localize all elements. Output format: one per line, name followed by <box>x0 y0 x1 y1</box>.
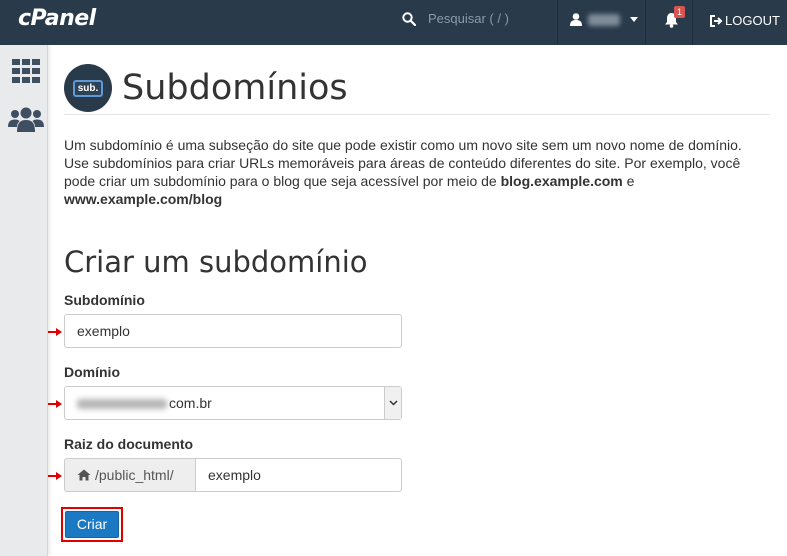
cpanel-logo[interactable]: cPanel <box>18 6 96 31</box>
create-button-highlight: Criar <box>61 507 123 542</box>
chevron-down-icon <box>388 400 398 406</box>
search-box[interactable]: Pesquisar ( / ) <box>402 11 509 26</box>
notification-badge: 1 <box>674 6 686 18</box>
grid-icon[interactable] <box>12 59 40 83</box>
user-menu[interactable] <box>570 13 638 26</box>
divider <box>645 0 646 45</box>
docroot-label: Raiz do documento <box>64 436 194 452</box>
username-blurred <box>588 13 620 26</box>
page-description: Um subdomínio é uma subseção do site que… <box>64 137 742 207</box>
search-input[interactable]: Pesquisar ( / ) <box>428 11 509 26</box>
logout-icon <box>710 14 723 27</box>
notifications-button[interactable]: 1 <box>664 6 686 33</box>
domain-name-blurred <box>77 399 167 410</box>
docroot-input[interactable]: exemplo <box>195 458 402 492</box>
docroot-prefix: /public_html/ <box>64 458 195 492</box>
divider <box>692 0 693 45</box>
page-header: sub. Subdomínios <box>64 58 770 118</box>
example-url-blog-subdomain: blog.example.com <box>500 173 623 189</box>
section-title: Criar um subdomínio <box>64 245 368 279</box>
page-title: Subdomínios <box>122 68 348 108</box>
pointer-arrow-icon <box>48 400 62 408</box>
domain-select[interactable]: com.br <box>64 386 402 420</box>
user-icon <box>570 13 582 26</box>
chevron-down-icon <box>630 17 638 22</box>
sidebar <box>0 45 48 556</box>
logout-label: LOGOUT <box>725 13 780 28</box>
divider <box>557 0 558 45</box>
docroot-input-group: /public_html/ exemplo <box>64 458 402 492</box>
pointer-arrow-icon <box>48 472 62 480</box>
subdomain-icon: sub. <box>64 64 112 112</box>
logout-button[interactable]: LOGOUT <box>709 13 780 28</box>
example-url-blog-path: www.example.com/blog <box>64 191 223 207</box>
subdomain-input[interactable]: exemplo <box>64 314 402 348</box>
top-navbar: cPanel Pesquisar ( / ) 1 LOGOUT <box>0 0 787 45</box>
domain-label: Domínio <box>64 364 120 380</box>
title-divider <box>64 114 770 115</box>
create-button[interactable]: Criar <box>65 511 119 538</box>
home-icon <box>77 469 91 481</box>
domain-suffix: com.br <box>169 395 212 411</box>
pointer-arrow-icon <box>48 328 62 336</box>
users-icon[interactable] <box>8 107 44 133</box>
select-arrow[interactable] <box>384 387 401 419</box>
search-icon <box>402 11 416 26</box>
subdomain-label: Subdomínio <box>64 292 145 308</box>
